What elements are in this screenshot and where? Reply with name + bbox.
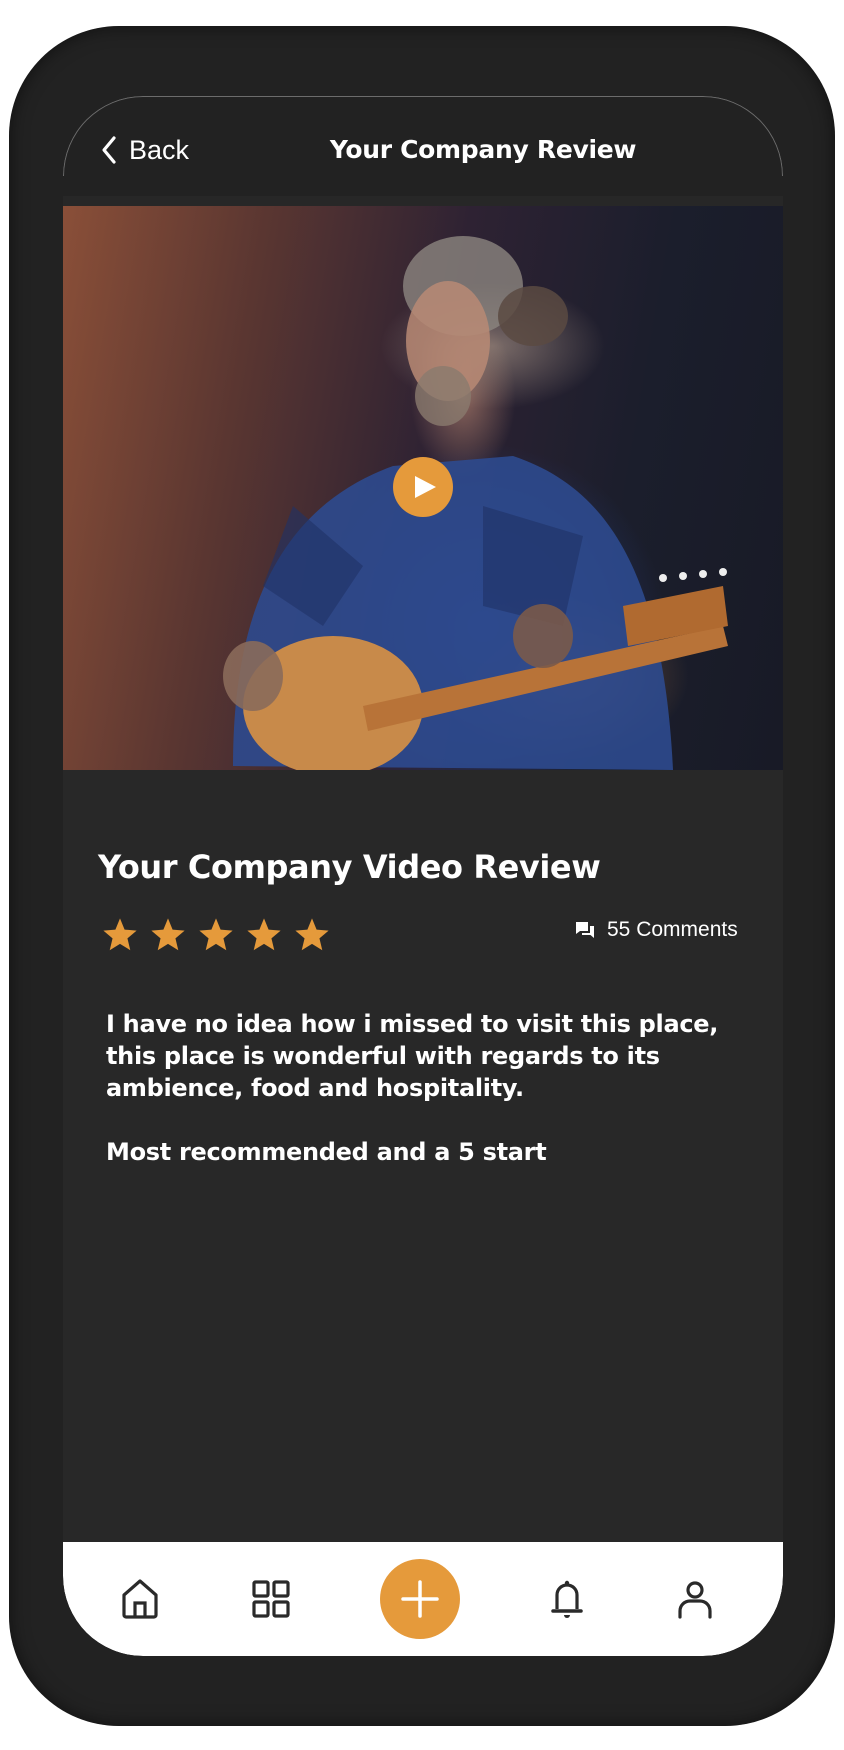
nav-grid[interactable] — [247, 1575, 295, 1623]
review-body: I have no idea how i missed to visit thi… — [106, 1008, 746, 1168]
nav-profile[interactable] — [671, 1575, 719, 1623]
chevron-left-icon — [102, 136, 116, 164]
comments-icon — [576, 922, 594, 938]
play-icon — [415, 476, 436, 498]
bell-icon — [551, 1580, 583, 1618]
video-thumbnail[interactable] — [63, 206, 783, 770]
nav-notifications[interactable] — [543, 1575, 591, 1623]
app-screen: Back Your Company Review Your Company Vi… — [63, 96, 783, 1656]
star-icon — [295, 918, 329, 951]
grid-icon — [252, 1580, 290, 1618]
header: Back Your Company Review — [63, 96, 783, 196]
play-button[interactable] — [393, 457, 453, 517]
nav-home[interactable] — [116, 1575, 164, 1623]
star-rating — [101, 916, 331, 954]
header-divider — [63, 196, 783, 206]
page-title: Your Company Review — [329, 135, 637, 164]
star-icon — [103, 918, 137, 951]
review-paragraph: Most recommended and a 5 start — [106, 1138, 547, 1166]
review-title: Your Company Video Review — [98, 848, 601, 886]
comments-count: 55 Comments — [607, 918, 738, 941]
star-icon — [151, 918, 185, 951]
home-icon — [122, 1579, 158, 1619]
add-button[interactable] — [380, 1559, 460, 1639]
back-button[interactable]: Back — [99, 130, 189, 170]
review-paragraph: I have no idea how i missed to visit thi… — [106, 1010, 719, 1102]
plus-icon — [401, 1580, 439, 1618]
star-icon — [247, 918, 281, 951]
bottom-navbar — [63, 1542, 783, 1656]
back-label: Back — [129, 134, 190, 165]
star-icon — [199, 918, 233, 951]
user-icon — [678, 1581, 712, 1619]
comments-link[interactable]: 55 Comments — [575, 918, 738, 942]
